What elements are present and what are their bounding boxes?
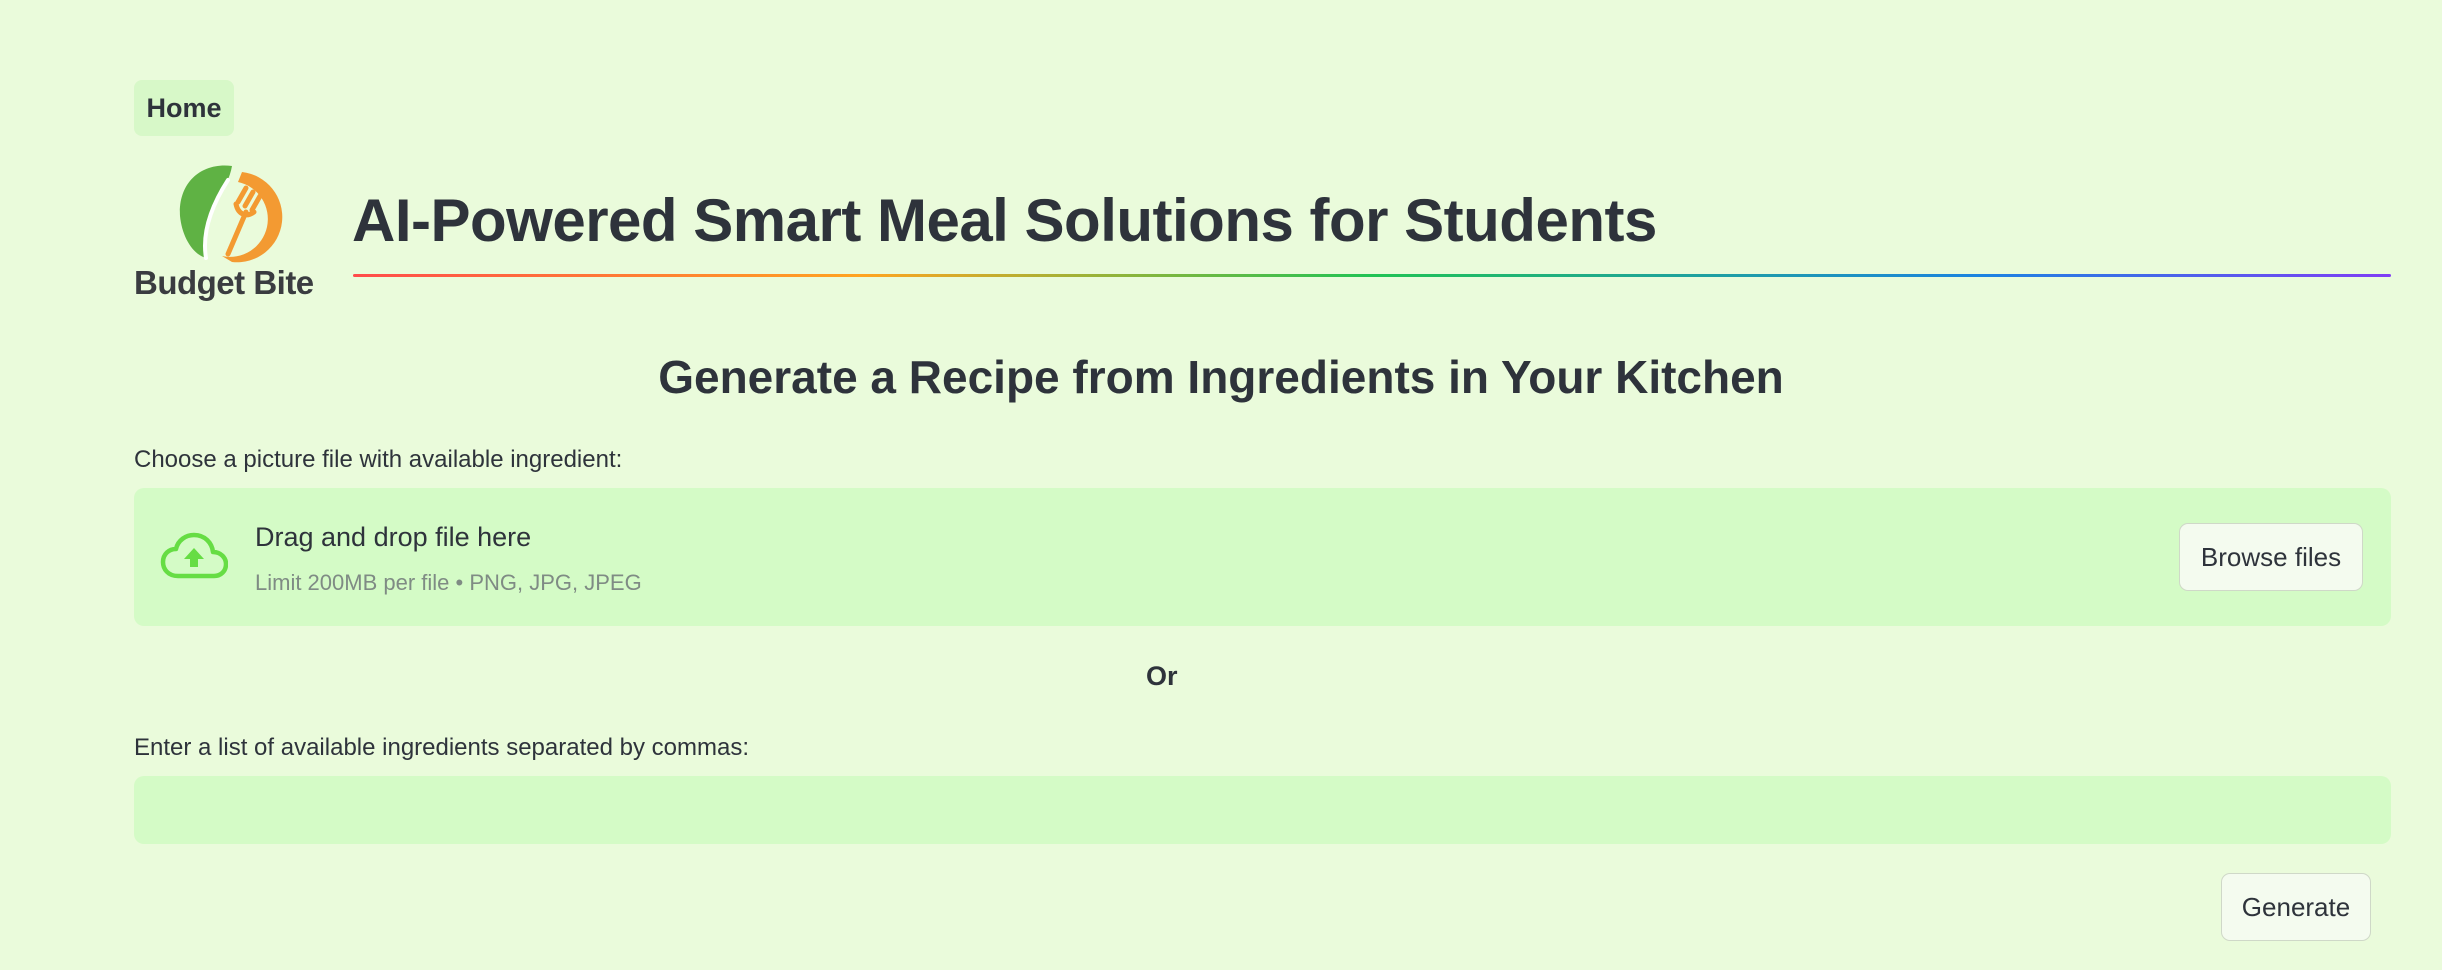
leaf-fork-icon (179, 165, 283, 263)
cloud-upload-icon (160, 532, 228, 579)
title-divider (353, 274, 2391, 277)
drop-instruction: Drag and drop file here (255, 522, 532, 552)
browse-files-button[interactable]: Browse files (2179, 523, 2363, 591)
page-title: AI-Powered Smart Meal Solutions for Stud… (352, 187, 1657, 254)
ingredients-label: Enter a list of available ingredients se… (134, 734, 749, 761)
section-title: Generate a Recipe from Ingredients in Yo… (658, 351, 1784, 403)
budget-bite-logo: Budget Bite (134, 158, 326, 308)
file-limit-text: Limit 200MB per file • PNG, JPG, JPEG (255, 570, 642, 595)
generate-button[interactable]: Generate (2221, 873, 2371, 941)
file-dropzone[interactable]: Drag and drop file here Limit 200MB per … (134, 488, 2391, 626)
logo-text: Budget Bite (134, 264, 314, 301)
upload-label: Choose a picture file with available ing… (134, 446, 623, 473)
ingredients-input[interactable] (134, 776, 2391, 844)
home-button[interactable]: Home (134, 80, 234, 136)
or-separator: Or (1146, 661, 1178, 691)
